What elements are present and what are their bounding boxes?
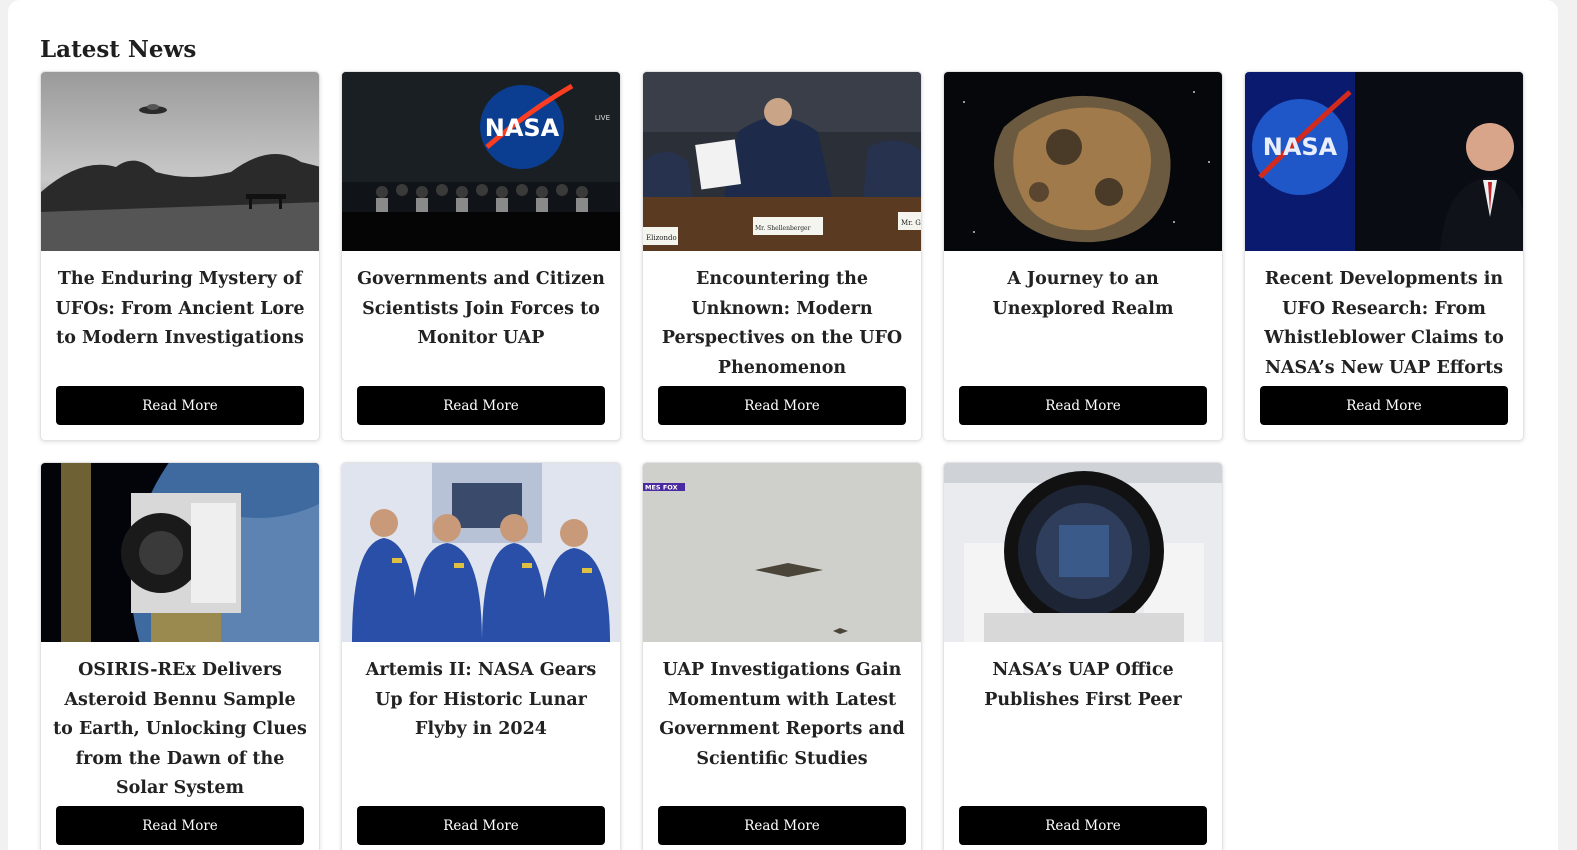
nasa-administrator-photo[interactable]: NASA xyxy=(1245,72,1523,251)
nameplate: Mr. Shellenberger xyxy=(755,225,811,232)
news-card: NASA’s UAP Office Publishes First Peer R… xyxy=(943,462,1223,850)
nameplate: Elizondo xyxy=(646,234,677,242)
read-more-button[interactable]: Read More xyxy=(959,806,1207,845)
news-card: Artemis II: NASA Gears Up for Historic L… xyxy=(341,462,621,850)
read-more-button[interactable]: Read More xyxy=(56,806,304,845)
ufo-over-field-photo[interactable] xyxy=(41,72,319,251)
artemis-crew-photo[interactable] xyxy=(342,463,620,642)
read-more-button[interactable]: Read More xyxy=(1260,386,1508,425)
nasa-logo-text: NASA xyxy=(485,114,560,142)
article-title[interactable]: UAP Investigations Gain Momentum with La… xyxy=(655,656,909,774)
news-card: MES FOX UAP Investigations Gain Momentum… xyxy=(642,462,922,850)
asteroid-psyche-illustration[interactable] xyxy=(944,72,1222,251)
news-card: NASA LIVE Governments and Citizen Scient… xyxy=(341,71,621,441)
nameplate: Mr. G xyxy=(901,219,921,227)
live-label: LIVE xyxy=(595,114,610,122)
read-more-button[interactable]: Read More xyxy=(56,386,304,425)
latest-news-panel: Latest News The Enduring Mystery of UFOs… xyxy=(8,0,1558,850)
read-more-button[interactable]: Read More xyxy=(658,386,906,425)
article-title[interactable]: NASA’s UAP Office Publishes First Peer xyxy=(956,656,1210,715)
news-card: OSIRIS-REx Delivers Asteroid Bennu Sampl… xyxy=(40,462,320,850)
article-title[interactable]: Artemis II: NASA Gears Up for Historic L… xyxy=(354,656,608,745)
read-more-button[interactable]: Read More xyxy=(959,386,1207,425)
telescope-camera-lab-photo[interactable] xyxy=(944,463,1222,642)
read-more-button[interactable]: Read More xyxy=(658,806,906,845)
article-title[interactable]: Recent Developments in UFO Research: Fro… xyxy=(1257,265,1511,383)
news-card: The Enduring Mystery of UFOs: From Ancie… xyxy=(40,71,320,441)
news-card: A Journey to an Unexplored Realm Read Mo… xyxy=(943,71,1223,441)
broadcast-overlay: MES FOX xyxy=(645,484,678,492)
article-title[interactable]: OSIRIS-REx Delivers Asteroid Bennu Sampl… xyxy=(53,656,307,804)
read-more-button[interactable]: Read More xyxy=(357,386,605,425)
osiris-rex-spacecraft-image[interactable] xyxy=(41,463,319,642)
nasa-press-conference-photo[interactable]: NASA LIVE xyxy=(342,72,620,251)
news-card: NASA Recent Developments in UFO Research… xyxy=(1244,71,1524,441)
uap-sky-footage-still[interactable]: MES FOX xyxy=(643,463,921,642)
read-more-button[interactable]: Read More xyxy=(357,806,605,845)
article-title[interactable]: A Journey to an Unexplored Realm xyxy=(956,265,1210,324)
congressional-hearing-photo[interactable]: Elizondo Mr. Shellenberger Mr. G xyxy=(643,72,921,251)
article-title[interactable]: Governments and Citizen Scientists Join … xyxy=(354,265,608,354)
article-title[interactable]: The Enduring Mystery of UFOs: From Ancie… xyxy=(53,265,307,354)
article-title[interactable]: Encountering the Unknown: Modern Perspec… xyxy=(655,265,909,383)
section-title: Latest News xyxy=(40,36,197,63)
nasa-logo-text: NASA xyxy=(1263,133,1338,161)
news-card: Elizondo Mr. Shellenberger Mr. G Encount… xyxy=(642,71,922,441)
